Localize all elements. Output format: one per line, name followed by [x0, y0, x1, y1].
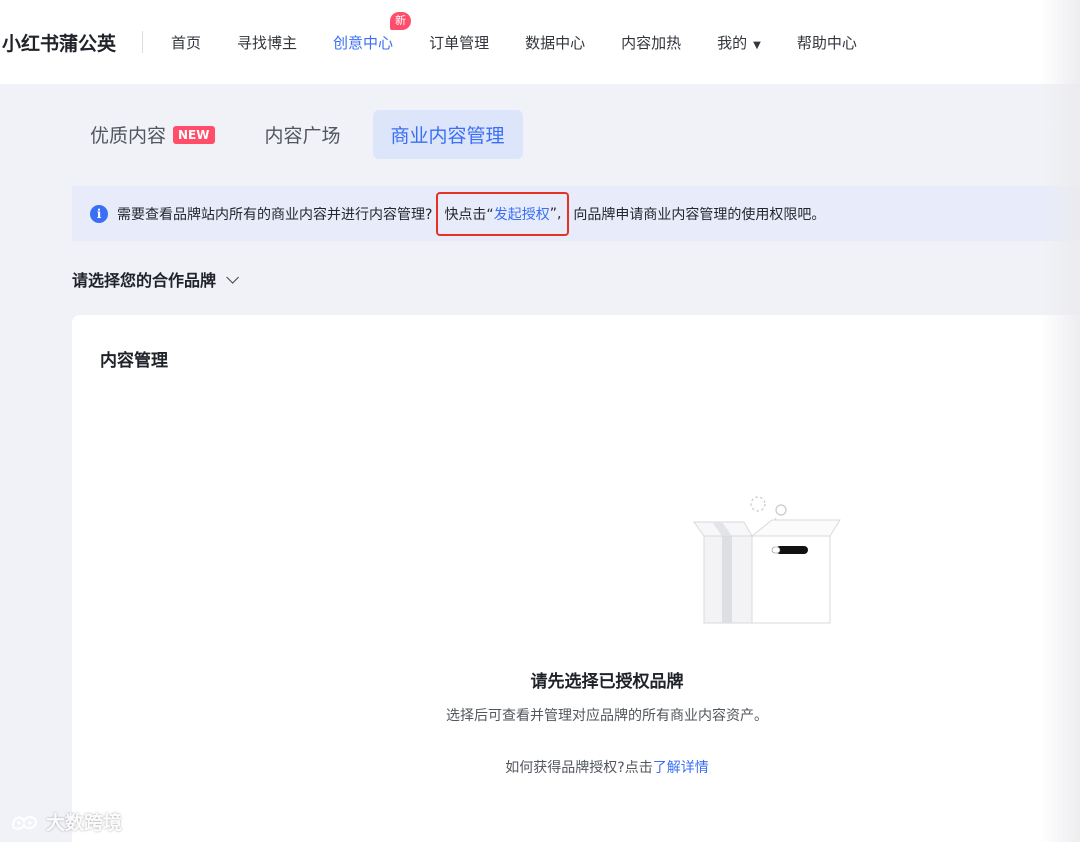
empty-state-title: 请先选择已授权品牌: [530, 672, 684, 692]
chevron-down-icon: [226, 270, 240, 284]
tab-label: 优质内容: [90, 125, 167, 147]
nav-item-creative-center[interactable]: 创意中心 新: [333, 11, 412, 53]
info-icon: i: [90, 204, 108, 223]
notice-cta-suffix: ”,: [549, 205, 562, 222]
empty-state-help: 如何获得品牌授权?点击了解详情: [72, 757, 1080, 777]
tab-label: 内容广场: [264, 125, 341, 147]
nav-item-help-center[interactable]: 帮助中心: [797, 32, 857, 53]
content-management-card: 内容管理 请先选择已授权品牌 选择后可查看并管理对应品牌的所有商业内容资产。 如…: [72, 315, 1080, 842]
nav-item-data-center[interactable]: 数据中心: [525, 32, 585, 53]
notice-cta-prefix: 快点击“: [444, 206, 494, 223]
learn-more-link[interactable]: 了解详情: [653, 760, 709, 776]
app-logo[interactable]: 小红书蒲公英: [0, 29, 116, 56]
info-notice: i 需要查看品牌站内所有的商业内容并进行内容管理? 快点击“ 发起授权”, 向品牌…: [72, 186, 1080, 241]
request-authorization-link[interactable]: 发起授权: [494, 204, 550, 224]
empty-box-illustration: [693, 496, 841, 624]
watermark-text: 大数跨境: [46, 812, 123, 834]
empty-state-description: 选择后可查看并管理对应品牌的所有商业内容资产。: [446, 708, 768, 724]
nav-item-find-creators[interactable]: 寻找博主: [237, 32, 297, 53]
nav-item-orders[interactable]: 订单管理: [429, 32, 489, 53]
caret-down-icon: ▼: [753, 39, 761, 51]
tab-content-plaza[interactable]: 内容广场: [247, 110, 359, 159]
nav-item-label: 创意中心: [333, 33, 394, 52]
nav-divider: [142, 31, 144, 53]
card-title: 内容管理: [100, 351, 168, 371]
new-badge: 新: [390, 11, 412, 30]
tab-label: 商业内容管理: [390, 125, 505, 147]
brand-select-dropdown[interactable]: 请选择您的合作品牌: [72, 267, 240, 291]
nav-item-content-boost[interactable]: 内容加热: [621, 32, 681, 53]
watermark-logo-icon: [11, 815, 38, 830]
nav-item-mine[interactable]: 我的 ▼: [717, 32, 761, 53]
nav-item-label: 我的: [717, 33, 748, 52]
tab-business-content-management[interactable]: 商业内容管理: [372, 110, 523, 159]
watermark: 大数跨境: [10, 808, 122, 835]
notice-text: 需要查看品牌站内所有的商业内容并进行内容管理?: [117, 206, 433, 223]
top-nav: 小红书蒲公英 首页 寻找博主 创意中心 新 订单管理 数据中心 内容加热 我的 ▼…: [0, 0, 1080, 84]
highlight-annotation: 快点击“ 发起授权”,: [436, 191, 570, 236]
tab-quality-content[interactable]: 优质内容 NEW: [72, 110, 233, 159]
new-badge: NEW: [173, 125, 215, 144]
help-text: 如何获得品牌授权?点击: [505, 760, 653, 776]
content-tabs: 优质内容 NEW 内容广场 商业内容管理: [72, 110, 537, 159]
brand-select-label: 请选择您的合作品牌: [72, 271, 217, 290]
notice-text-suffix: 向品牌申请商业内容管理的使用权限吧。: [573, 206, 826, 223]
nav-item-home[interactable]: 首页: [171, 32, 201, 53]
